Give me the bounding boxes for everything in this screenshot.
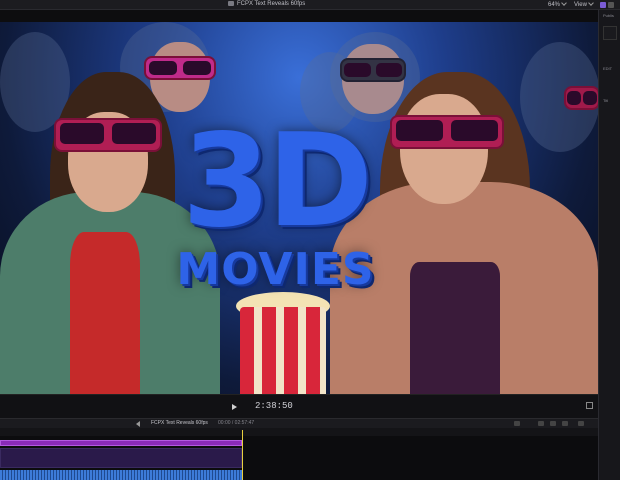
title-overlay[interactable]: 3D MOVIES (168, 107, 383, 295)
audio-icon[interactable] (538, 421, 544, 426)
effects-icon[interactable] (562, 421, 568, 426)
timecode-display: 2:38:50 (255, 401, 293, 411)
view-menu[interactable]: View (574, 0, 594, 8)
back-arrow-icon[interactable] (136, 421, 140, 427)
chevron-down-icon (561, 0, 567, 6)
viewer-frame[interactable]: 3D MOVIES (0, 22, 598, 394)
playhead[interactable] (242, 430, 243, 480)
transitions-icon[interactable] (578, 421, 584, 426)
chevron-down-icon (588, 0, 594, 6)
thumbnail (603, 26, 617, 40)
timeline-ruler[interactable] (0, 428, 598, 436)
inspector-panel[interactable]: Publis EDIT Titl (598, 10, 620, 480)
layout-toggle-icon[interactable] (608, 2, 614, 8)
project-icon (228, 1, 234, 6)
timeline-header: FCPX Text Reveals 60fps 00:00 / 02:57:47 (0, 418, 598, 428)
layout-toggle-icon[interactable] (600, 2, 606, 8)
title-clip[interactable] (0, 440, 242, 446)
fullscreen-icon[interactable] (586, 402, 593, 409)
audio-waveform[interactable] (0, 470, 242, 480)
project-duration: 00:00 / 02:57:47 (218, 420, 255, 426)
playback-bar: 2:38:50 (0, 394, 598, 418)
clip-appearance-icon[interactable] (550, 421, 556, 426)
project-name: FCPX Text Reveals 60fps (151, 420, 208, 426)
video-clip[interactable] (0, 448, 242, 468)
popcorn-bucket (240, 307, 326, 394)
play-icon[interactable] (232, 404, 237, 410)
snapping-icon[interactable] (514, 421, 520, 426)
title-line-2: MOVIES (176, 244, 375, 295)
timeline-tracks[interactable] (0, 436, 598, 480)
window-title: FCPX Text Reveals 60fps (228, 1, 305, 7)
zoom-menu[interactable]: 64% (548, 0, 567, 8)
title-line-1: 3D (181, 107, 373, 256)
title-bar: FCPX Text Reveals 60fps 64% View (0, 0, 620, 10)
